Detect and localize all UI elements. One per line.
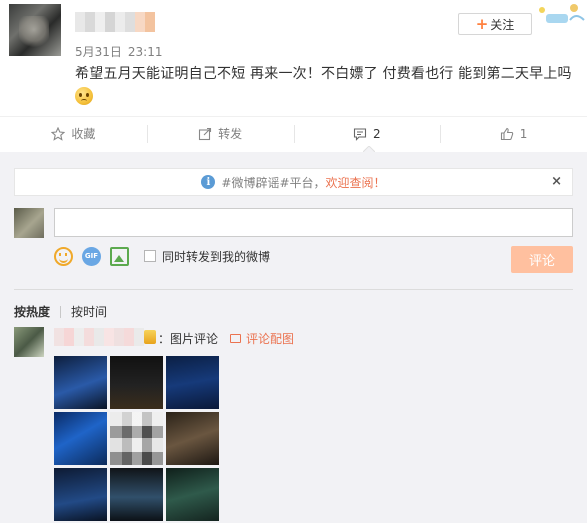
comment-image-link[interactable]: 评论配图 [230, 330, 294, 347]
favorite-button[interactable]: 收藏 [0, 117, 147, 151]
comment-photo[interactable] [54, 356, 107, 409]
plus-icon: + [475, 14, 489, 33]
repost-label: 转发 [218, 127, 243, 141]
comment-photo[interactable] [166, 412, 219, 465]
comment-input[interactable] [54, 208, 573, 237]
current-user-avatar[interactable] [14, 208, 44, 238]
comment-text: ：图片评论 [158, 332, 219, 346]
post-time: 23:11 [127, 45, 163, 59]
corner-decoration-icon [539, 4, 585, 23]
star-icon [51, 126, 66, 141]
comment-sort-tabs: 按热度 按时间 [14, 303, 107, 320]
commenter-avatar[interactable] [14, 327, 44, 357]
tab-separator [60, 305, 62, 318]
sort-by-hot-tab[interactable]: 按热度 [14, 303, 50, 320]
author-avatar[interactable] [9, 4, 61, 56]
comment-section: i #微博辟谣#平台， 欢迎查阅！ × GIF 同时转发到我的微博 评论 按热度 … [0, 152, 587, 523]
comment-photo-grid [54, 356, 220, 521]
comment-photo[interactable] [54, 468, 107, 521]
comment-photo[interactable] [110, 356, 163, 409]
divider [14, 289, 573, 290]
notice-text[interactable]: #微博辟谣#平台， [221, 174, 325, 191]
like-button[interactable]: 1 [440, 117, 587, 151]
author-name-pixelated[interactable] [75, 12, 155, 32]
thumbs-up-icon [500, 127, 514, 140]
like-count: 1 [519, 126, 528, 141]
share-icon [199, 127, 212, 140]
post-action-bar: 收藏 转发 2 1 [0, 116, 587, 150]
emoji-picker-icon[interactable] [54, 246, 73, 266]
comment-count: 2 [373, 126, 381, 141]
rumor-notice-banner: i #微博辟谣#平台， 欢迎查阅！ × [14, 168, 573, 196]
post-text: 希望五月天能证明自己不短 再来一次！不白嫖了 付费看也行 能到第二天早上吗 [75, 66, 572, 82]
comment-photo[interactable] [166, 356, 219, 409]
submit-comment-button[interactable]: 评论 [511, 246, 573, 273]
sad-face-emoji-icon [75, 87, 93, 105]
image-icon [230, 334, 241, 343]
comment-photo-pixelated[interactable] [110, 412, 163, 465]
comment-photo[interactable] [110, 468, 163, 521]
gif-icon[interactable]: GIF [82, 246, 101, 266]
comment-photo[interactable] [54, 412, 107, 465]
repost-checkbox-label[interactable]: 同时转发到我的微博 [162, 248, 270, 265]
composer-toolbar: GIF 同时转发到我的微博 [54, 246, 270, 266]
sort-by-time-tab[interactable]: 按时间 [71, 303, 107, 320]
repost-checkbox[interactable] [144, 250, 156, 262]
comment-photo[interactable] [166, 468, 219, 521]
comment-icon [353, 127, 367, 141]
close-icon[interactable]: × [551, 174, 562, 189]
comment-image-link-label: 评论配图 [246, 332, 295, 346]
follow-button[interactable]: + 关注 [458, 13, 532, 35]
post-date: 5月31日 [75, 45, 122, 59]
repost-button[interactable]: 转发 [146, 117, 294, 151]
follow-label: 关注 [490, 17, 515, 32]
notice-link[interactable]: 欢迎查阅！ [326, 174, 386, 191]
commenter-name-pixelated[interactable] [54, 328, 144, 346]
member-badge-icon[interactable] [144, 330, 156, 344]
image-upload-icon[interactable] [110, 246, 129, 266]
info-icon: i [201, 175, 216, 189]
post-timestamp[interactable]: 5月31日 23:11 [75, 43, 163, 60]
favorite-label: 收藏 [71, 127, 96, 141]
